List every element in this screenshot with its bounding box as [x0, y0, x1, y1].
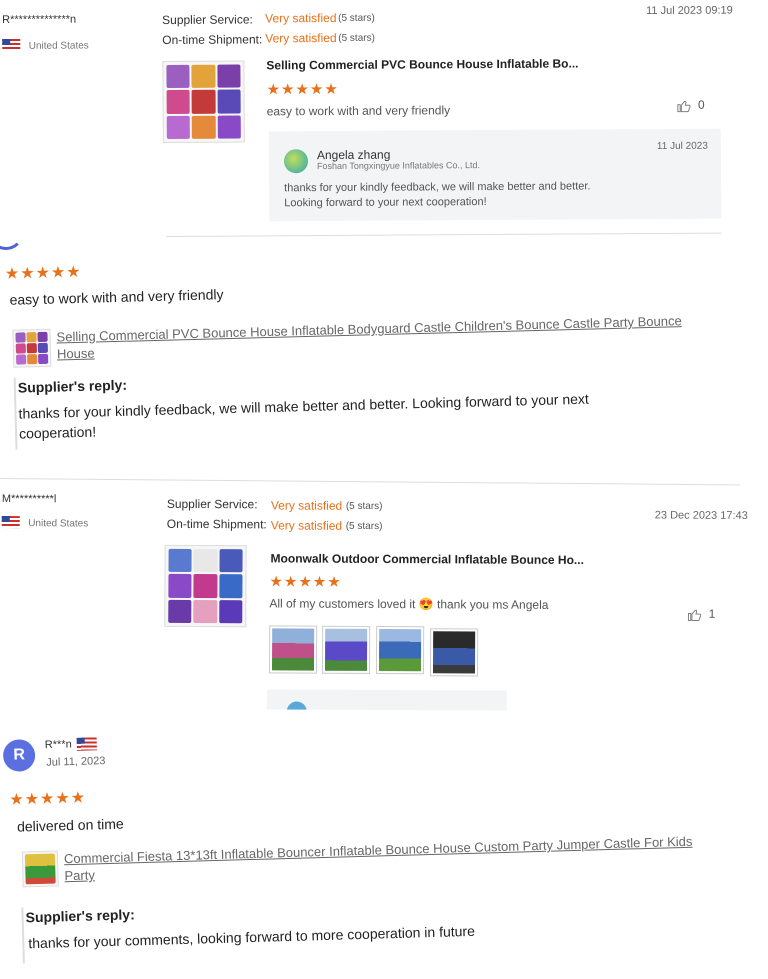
reviewer-name-row: R***n [45, 737, 97, 751]
us-flag-icon [2, 38, 21, 51]
us-flag-icon [1, 515, 20, 528]
comment-part-1: All of my customers loved it [269, 596, 416, 612]
reply-title: Supplier's reply: [17, 376, 128, 396]
reply-title: Supplier's reply: [25, 906, 135, 926]
product-thumbnail[interactable] [21, 850, 59, 888]
thumbs-up-icon [687, 609, 702, 621]
reviewer-name: M**********l [1, 493, 57, 506]
country-label: United States [28, 40, 89, 52]
product-link[interactable]: Selling Commercial PVC Bounce House Infl… [56, 310, 757, 362]
thumbs-up-icon [677, 100, 691, 112]
review-card-2: ★★★★★ easy to work with and very friendl… [0, 220, 768, 470]
reply-text: thanks for your kindly feedback, we will… [18, 385, 739, 444]
reply-line-1: thanks for your kindly feedback, we will… [284, 180, 591, 195]
product-title[interactable]: Selling Commercial PVC Bounce House Infl… [266, 56, 578, 72]
product-link[interactable]: Commercial Fiesta 13*13ft Inflatable Bou… [64, 831, 765, 885]
reviewer-avatar: R [2, 739, 36, 772]
shipment-stars: (5 stars) [345, 520, 383, 533]
supplier-reply-box: Angela zhang Foshan Tongxingyue Inflatab… [268, 128, 722, 222]
review-photo-2[interactable] [321, 625, 371, 674]
review-comment: delivered on time [16, 815, 124, 835]
like-count: 1 [708, 606, 716, 621]
product-thumbnail[interactable] [164, 544, 247, 628]
product-thumbnail[interactable] [162, 60, 245, 144]
shipment-value: Very satisfied [270, 518, 343, 533]
supplier-service-value: Very satisfied [270, 498, 343, 513]
review-date: 11 Jul 2023 09:19 [646, 4, 733, 18]
product-thumbnail[interactable] [12, 328, 52, 368]
review-comment: All of my customers loved it 😍 thank you… [269, 596, 548, 611]
review-photo-3[interactable] [375, 625, 425, 675]
rating-stars: ★★★★★ [4, 263, 82, 283]
review-photo-1[interactable] [268, 625, 318, 674]
review-card-3: M**********l United States Supplier Serv… [0, 476, 768, 713]
review-date: 23 Dec 2023 17:43 [654, 509, 748, 522]
product-title[interactable]: Moonwalk Outdoor Commercial Inflatable B… [271, 551, 584, 567]
rating-stars: ★★★★★ [9, 789, 87, 809]
supplier-service-value: Very satisfied [265, 10, 337, 26]
country-label: United States [28, 518, 89, 530]
shipment-label: On-time Shipment: [166, 516, 267, 532]
review-comment: easy to work with and very friendly [9, 286, 224, 308]
reply-line-2: Looking forward to your next cooperation… [284, 196, 487, 210]
review-card-1: R**************n United States Supplier … [0, 0, 768, 240]
supplier-service-label: Supplier Service: [162, 12, 253, 28]
reviewer-country: United States [1, 513, 89, 531]
like-button[interactable]: 1 [687, 607, 715, 622]
reviewer-name: R**************n [2, 13, 77, 26]
supplier-avatar [283, 149, 309, 174]
review-date: Jul 11, 2023 [46, 755, 106, 769]
shipment-stars: (5 stars) [338, 32, 375, 44]
supplier-service-stars: (5 stars) [338, 12, 375, 24]
reviewer-name: R***n [44, 738, 72, 752]
like-count: 0 [697, 97, 705, 112]
shipment-label: On-time Shipment: [162, 32, 263, 48]
review-photo-4[interactable] [429, 628, 479, 677]
rating-stars: ★★★★★ [269, 573, 342, 591]
shipment-value: Very satisfied [265, 30, 337, 46]
supplier-service-stars: (5 stars) [345, 500, 383, 513]
reply-date: 11 Jul 2023 [656, 140, 708, 152]
reviewer-country: United States [2, 35, 89, 54]
supplier-service-label: Supplier Service: [166, 496, 258, 512]
review-card-4: R R***n Jul 11, 2023 ★★★★★ delivered on … [0, 695, 768, 979]
like-button[interactable]: 0 [677, 98, 705, 113]
reply-text: thanks for your comments, looking forwar… [28, 922, 476, 952]
us-flag-icon [76, 737, 97, 751]
review-comment: easy to work with and very friendly [266, 103, 451, 119]
rating-stars: ★★★★★ [266, 80, 339, 99]
comment-part-2: thank you ms Angela [436, 597, 549, 612]
reply-bar [21, 907, 25, 964]
heart-eyes-emoji: 😍 [418, 597, 434, 612]
reply-company: Foshan Tongxingyue Inflatables Co., Ltd. [316, 160, 481, 172]
